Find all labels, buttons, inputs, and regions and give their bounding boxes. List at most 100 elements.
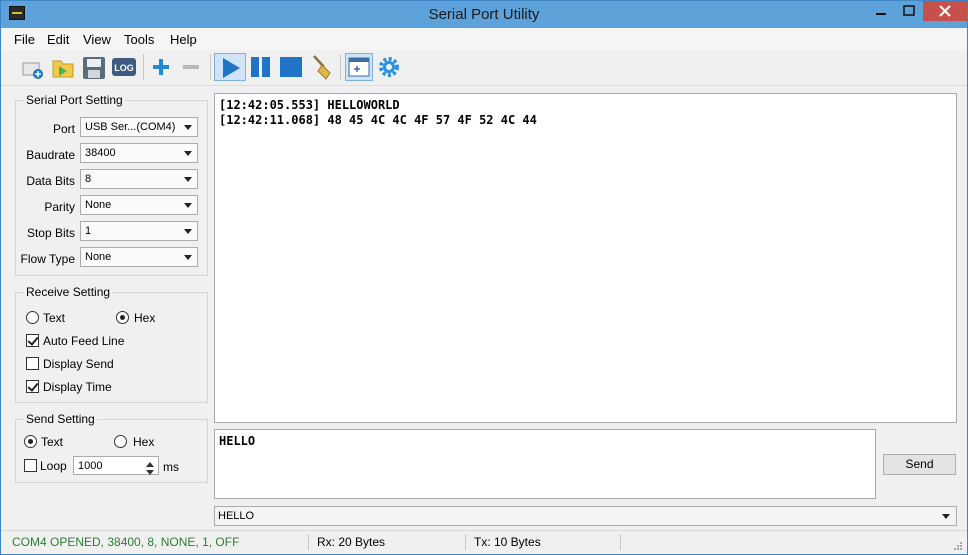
receive-text-radio[interactable] <box>26 311 39 324</box>
remove-button[interactable] <box>177 53 205 81</box>
serial-port-setting-group: Serial Port Setting Port USB Ser...(COM4… <box>15 93 208 276</box>
menu-file[interactable]: File <box>14 32 35 47</box>
menu-bar: File Edit View Tools Help <box>1 28 967 50</box>
save-button[interactable] <box>80 53 108 81</box>
flow-type-select[interactable]: None <box>80 247 198 267</box>
stop-bits-label: Stop Bits <box>26 226 75 240</box>
data-bits-select[interactable]: 8 <box>80 169 198 189</box>
settings-button[interactable] <box>375 53 403 81</box>
rx-count: Rx: 20 Bytes <box>317 535 386 549</box>
loop-interval-increment[interactable] <box>143 457 157 467</box>
receive-line: [12:42:05.553] HELLOWORLD <box>219 98 400 112</box>
title-bar[interactable]: Serial Port Utility <box>1 1 967 28</box>
loop-unit-label: ms <box>163 460 179 474</box>
port-label: Port <box>52 122 75 136</box>
toolbar-separator <box>340 54 341 80</box>
status-separator <box>620 534 621 550</box>
receive-hex-radio[interactable] <box>116 311 129 324</box>
plus-icon <box>153 59 169 75</box>
start-button[interactable] <box>214 53 246 81</box>
auto-feed-line-label: Auto Feed Line <box>43 334 125 348</box>
display-time-label: Display Time <box>43 380 112 394</box>
app-window: Serial Port Utility File Edit View Tools… <box>0 0 968 555</box>
menu-help[interactable]: Help <box>170 32 197 47</box>
connection-status: COM4 OPENED, 38400, 8, NONE, 1, OFF <box>12 535 240 549</box>
chevron-down-icon <box>184 203 192 208</box>
toolbar: LOG <box>1 50 967 86</box>
clear-button[interactable] <box>308 53 336 81</box>
loop-checkbox[interactable] <box>24 459 37 472</box>
loop-label: Loop <box>40 459 67 473</box>
auto-feed-line-checkbox[interactable] <box>26 334 39 347</box>
play-icon <box>223 58 240 78</box>
log-icon: LOG <box>112 58 136 76</box>
toolbar-separator <box>210 54 211 80</box>
close-icon <box>939 5 951 17</box>
display-send-checkbox[interactable] <box>26 357 39 370</box>
parity-label: Parity <box>44 200 75 214</box>
stop-bits-select[interactable]: 1 <box>80 221 198 241</box>
status-separator <box>308 534 309 550</box>
close-button[interactable] <box>923 1 967 21</box>
menu-edit[interactable]: Edit <box>47 32 69 47</box>
gear-icon <box>379 57 399 77</box>
new-window-button[interactable] <box>345 53 373 81</box>
tx-count: Tx: 10 Bytes <box>474 535 541 549</box>
stop-icon <box>280 57 302 77</box>
save-icon <box>83 57 105 79</box>
baudrate-select[interactable]: 38400 <box>80 143 198 163</box>
receive-textarea[interactable]: [12:42:05.553] HELLOWORLD [12:42:11.068] … <box>214 93 957 423</box>
send-history-select[interactable]: HELLO <box>214 506 957 526</box>
send-button[interactable]: Send <box>883 454 956 475</box>
maximize-icon <box>903 5 915 16</box>
window-title: Serial Port Utility <box>428 6 540 23</box>
receive-text-label: Text <box>43 311 66 325</box>
new-document-icon <box>22 62 43 79</box>
send-hex-label: Hex <box>133 435 155 449</box>
new-button[interactable] <box>19 53 47 81</box>
open-button[interactable] <box>49 53 77 81</box>
minimize-icon <box>876 13 886 15</box>
minus-icon <box>183 65 199 69</box>
chevron-down-icon <box>942 514 950 519</box>
parity-value: None <box>85 199 112 211</box>
window-add-icon <box>348 57 370 77</box>
resize-grip-icon[interactable] <box>953 541 963 551</box>
pause-button[interactable] <box>247 53 275 81</box>
add-button[interactable] <box>147 53 175 81</box>
send-history-value: HELLO <box>218 510 255 522</box>
status-separator <box>465 534 466 550</box>
send-text-radio[interactable] <box>24 435 37 448</box>
display-time-checkbox[interactable] <box>26 380 39 393</box>
baudrate-label: Baudrate <box>26 148 75 162</box>
menu-tools[interactable]: Tools <box>124 32 154 47</box>
flow-type-label: Flow Type <box>20 252 75 266</box>
port-select[interactable]: USB Ser...(COM4) <box>80 117 198 137</box>
parity-select[interactable]: None <box>80 195 198 215</box>
open-folder-icon <box>52 60 74 78</box>
send-hex-radio[interactable] <box>114 435 127 448</box>
receive-setting-title: Receive Setting <box>24 285 113 299</box>
send-setting-group: Send Setting Text Hex Loop 1000 ms <box>15 412 208 483</box>
pause-icon <box>251 57 270 77</box>
maximize-button[interactable] <box>895 1 923 21</box>
stop-bits-value: 1 <box>85 225 92 237</box>
chevron-down-icon <box>184 125 192 130</box>
stop-button[interactable] <box>277 53 305 81</box>
log-button[interactable]: LOG <box>110 53 138 81</box>
svg-text:LOG: LOG <box>114 63 134 73</box>
minimize-button[interactable] <box>867 1 895 21</box>
data-bits-label: Data Bits <box>26 174 75 188</box>
send-setting-title: Send Setting <box>24 412 97 426</box>
receive-line: [12:42:11.068] 48 45 4C 4C 4F 57 4F 52 4… <box>219 113 537 127</box>
chevron-down-icon <box>184 255 192 260</box>
send-textarea[interactable]: HELLO <box>214 429 876 499</box>
menu-view[interactable]: View <box>83 32 111 47</box>
flow-type-value: None <box>85 251 112 263</box>
arrow-down-icon <box>146 470 154 475</box>
status-bar: COM4 OPENED, 38400, 8, NONE, 1, OFF Rx: … <box>1 530 967 554</box>
data-bits-value: 8 <box>85 173 92 185</box>
loop-interval-decrement[interactable] <box>143 466 157 475</box>
baudrate-value: 38400 <box>85 147 116 159</box>
receive-setting-group: Receive Setting Text Hex Auto Feed Line … <box>15 285 208 403</box>
